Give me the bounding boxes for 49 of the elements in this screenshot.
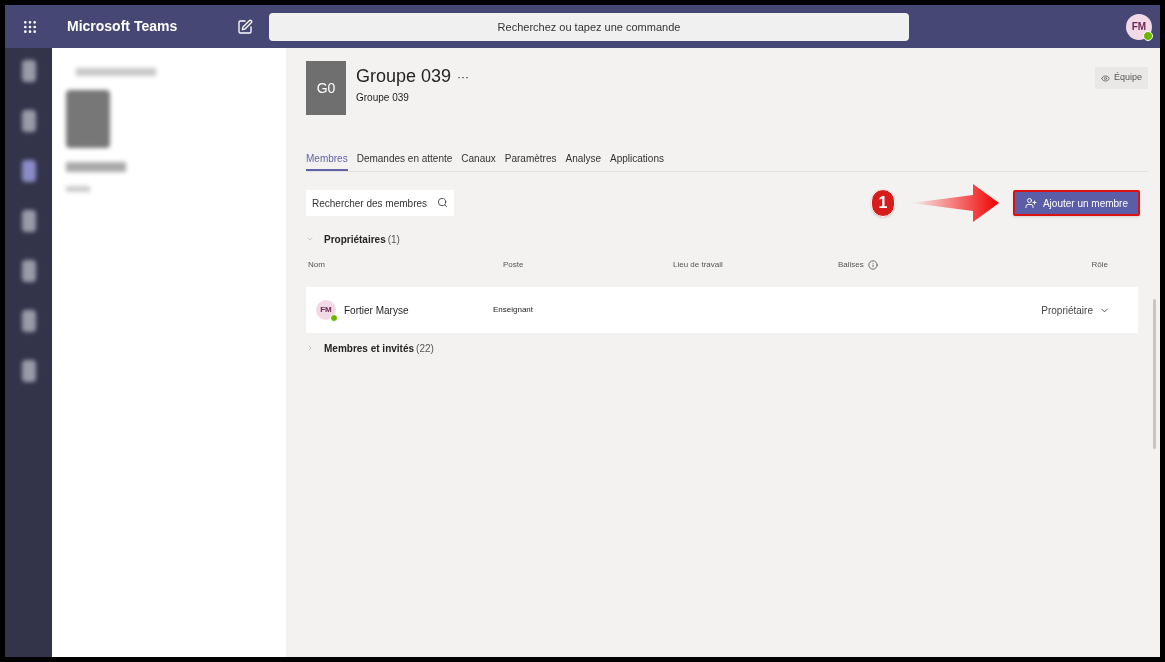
- member-title: Enseignant: [493, 304, 535, 316]
- column-header: Poste: [503, 259, 525, 271]
- chevron-right-icon: [306, 344, 314, 352]
- add-person-icon: [1024, 197, 1037, 209]
- tab[interactable]: Membres: [306, 151, 348, 171]
- member-avatar: FM: [316, 300, 336, 320]
- column-header: Nom: [308, 259, 326, 271]
- blurred-rail-icon[interactable]: [21, 360, 36, 382]
- step-number-badge: 1: [870, 189, 895, 217]
- member-row[interactable]: FM Fortier Maryse Enseignant Propriétaire: [306, 287, 1138, 333]
- section-title: Membres et invités: [324, 341, 415, 356]
- add-member-button[interactable]: Ajouter un membre: [1012, 190, 1140, 216]
- section-title: Propriétaires: [324, 232, 386, 247]
- column-header: Balises: [838, 259, 864, 271]
- column-header: Lieu de travail: [673, 259, 724, 271]
- tab[interactable]: Analyse: [565, 151, 602, 171]
- section-count: (1): [387, 232, 400, 247]
- eye-icon: [1100, 73, 1110, 83]
- tab[interactable]: Canaux: [461, 151, 496, 171]
- app-launcher-icon[interactable]: [22, 18, 38, 35]
- blurred-rail-icon[interactable]: [21, 210, 36, 232]
- tab[interactable]: Demandes en attente: [356, 151, 453, 171]
- user-avatar[interactable]: FM: [1126, 13, 1152, 40]
- app-title: Microsoft Teams: [67, 17, 179, 36]
- member-name: Fortier Maryse: [344, 303, 409, 318]
- team-name: Groupe 039: [356, 65, 452, 88]
- column-header: Rôle: [1090, 259, 1109, 271]
- blurred-rail-icon[interactable]: [21, 110, 36, 132]
- blurred-rail-icon[interactable]: [21, 160, 36, 182]
- section-count: (22): [416, 341, 434, 356]
- chevron-down-icon: [306, 235, 314, 243]
- info-icon: [867, 260, 878, 270]
- blurred-text: [66, 162, 126, 172]
- blurred-rail-icon[interactable]: [21, 60, 36, 82]
- new-chat-icon[interactable]: [237, 18, 253, 35]
- search-field[interactable]: Recherchez ou tapez une commande: [269, 12, 909, 41]
- team-subtitle: Groupe 039: [356, 91, 410, 105]
- tab[interactable]: Applications: [610, 151, 664, 171]
- search-icon: [437, 196, 448, 208]
- more-options[interactable]: ···: [457, 67, 470, 86]
- blurred-rail-icon[interactable]: [21, 260, 36, 282]
- tab[interactable]: Paramètres: [504, 151, 557, 171]
- team-avatar: G0: [306, 61, 346, 115]
- role-dropdown[interactable]: Propriétaire: [1008, 302, 1128, 318]
- team-button[interactable]: Équipe: [1094, 67, 1148, 89]
- blurred-team-avatar: [66, 90, 110, 148]
- blurred-rail-icon[interactable]: [21, 310, 36, 332]
- blurred-text: [66, 186, 90, 192]
- member-search-field[interactable]: Rechercher des membres: [306, 190, 454, 217]
